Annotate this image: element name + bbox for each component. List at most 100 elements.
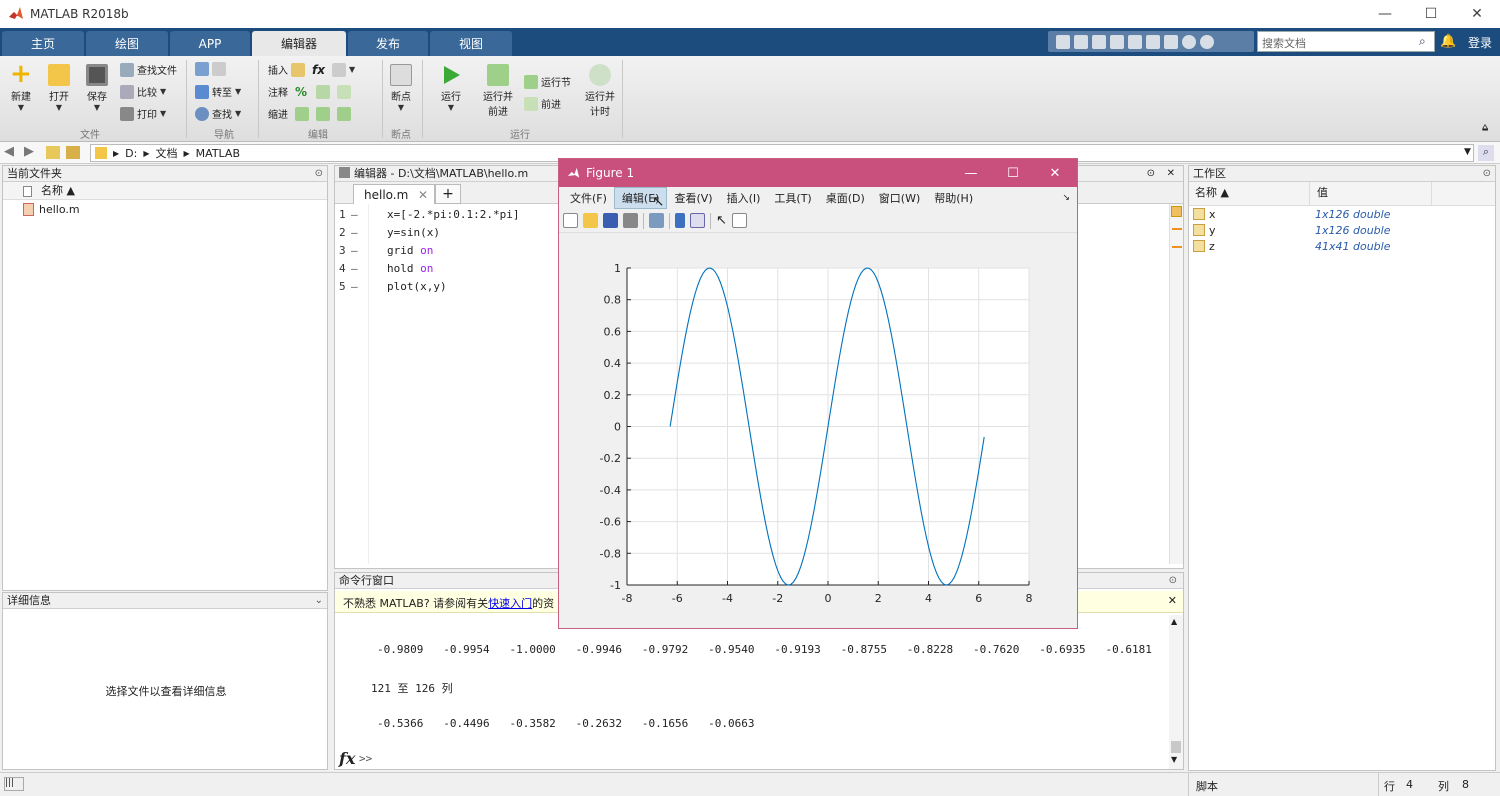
property-editor-icon[interactable] (731, 213, 747, 228)
panel-menu-icon[interactable]: ⊙ (315, 166, 323, 181)
workspace-variable-row[interactable]: x 1x126 double (1189, 206, 1495, 222)
redo-icon[interactable] (1146, 34, 1160, 49)
close-notice-icon[interactable]: ✕ (1168, 594, 1177, 607)
cut-icon[interactable] (1074, 34, 1088, 49)
plot-canvas[interactable]: -8 -6 -4 -2 0 2 4 6 8 -1 -0.8 -0.6 -0.4 -0.2 0 0.2 0.4 0.… (559, 235, 1077, 628)
dock-figure-icon[interactable]: ↘ (1055, 191, 1077, 205)
path-segment-documents[interactable]: 文档 (156, 145, 178, 161)
run-and-advance-button[interactable]: 运行并 前进 (480, 64, 516, 118)
search-input[interactable]: 搜索文档 (1257, 31, 1435, 52)
search-icon[interactable]: ⌕ (1419, 34, 1426, 49)
switch-windows-icon[interactable] (1164, 34, 1178, 49)
tab-apps[interactable]: APP (170, 31, 250, 56)
scroll-down-icon[interactable]: ▼ (1171, 755, 1177, 764)
login-button[interactable]: 登录 (1468, 34, 1492, 51)
workspace-column-header[interactable]: 名称 ▲ 值 (1189, 182, 1495, 206)
warning-status-icon[interactable] (1171, 206, 1182, 217)
undo-icon[interactable] (1128, 34, 1142, 49)
find-files-button[interactable]: 查找文件 (120, 62, 177, 77)
insert-colorbar-icon[interactable] (675, 213, 685, 228)
scroll-up-icon[interactable]: ▲ (1171, 617, 1177, 626)
workspace-variable-row[interactable]: z 41x41 double (1189, 238, 1495, 254)
panel-menu-icon[interactable]: ⊙ (1483, 166, 1491, 181)
tab-editor[interactable]: 编辑器 (252, 31, 346, 56)
fx-icon[interactable]: fx (339, 749, 355, 768)
menu-window[interactable]: 窗口(W) (872, 188, 927, 208)
current-folder-column-header[interactable]: 名称 ▲ (3, 182, 327, 200)
menu-desktop[interactable]: 桌面(D) (819, 188, 872, 208)
save-icon[interactable] (1056, 34, 1070, 49)
menu-insert[interactable]: 插入(I) (720, 188, 768, 208)
indent-button[interactable]: 缩进 (268, 106, 351, 121)
getting-started-link[interactable]: 快速入门 (488, 597, 532, 610)
path-segment-matlab[interactable]: MATLAB (196, 147, 240, 160)
insert-button[interactable]: 插入 fx ▼ (268, 62, 355, 77)
details-header[interactable]: 详细信息 ⌄ (3, 593, 327, 609)
search-folder-icon[interactable]: ⌕ (1478, 145, 1494, 161)
maximize-button[interactable]: ☐ (1408, 0, 1454, 28)
run-and-time-button[interactable]: 运行并 计时 (582, 64, 618, 118)
scroll-thumb[interactable] (1171, 741, 1181, 753)
new-button[interactable]: + 新建 ▼ (8, 61, 34, 112)
workspace-variable-row[interactable]: y 1x126 double (1189, 222, 1495, 238)
open-file-icon[interactable] (583, 213, 598, 228)
browse-folder-icon[interactable] (66, 146, 80, 159)
compare-button[interactable]: 比较 ▼ (120, 84, 166, 99)
back-forward-buttons[interactable] (195, 62, 226, 76)
decrease-indent-icon (337, 106, 351, 121)
help-icon[interactable] (1182, 34, 1196, 49)
dropdown-icon[interactable] (1200, 34, 1214, 49)
new-tab-button[interactable]: + (435, 184, 461, 204)
path-segment-drive[interactable]: D: (125, 147, 137, 160)
copy-icon[interactable] (1092, 34, 1106, 49)
run-button[interactable]: 运行 ▼ (437, 64, 465, 112)
figure-maximize-button[interactable]: ☐ (993, 159, 1033, 187)
tab-view[interactable]: 视图 (430, 31, 512, 56)
tab-publish[interactable]: 发布 (348, 31, 428, 56)
close-tab-icon[interactable]: ✕ (418, 188, 428, 202)
chevron-down-icon[interactable]: ⌄ (315, 593, 323, 608)
find-button[interactable]: 查找 ▼ (195, 106, 241, 121)
goto-button[interactable]: 转至 ▼ (195, 84, 241, 99)
paste-icon[interactable] (1110, 34, 1124, 49)
forward-icon[interactable]: ▶ (24, 144, 34, 159)
code-analyzer-bar[interactable] (1169, 204, 1183, 564)
tab-plots[interactable]: 绘图 (86, 31, 168, 56)
menu-file[interactable]: 文件(F) (563, 188, 614, 208)
insert-legend-icon[interactable] (690, 213, 705, 228)
path-dropdown-icon[interactable]: ▼ (1464, 147, 1471, 157)
status-grip-icon[interactable]: ||| (4, 777, 24, 791)
open-button[interactable]: 打开 ▼ (46, 64, 72, 112)
command-scrollbar[interactable]: ▲ ▼ (1169, 615, 1183, 769)
figure-minimize-button[interactable]: — (951, 159, 991, 187)
save-button[interactable]: 保存 ▼ (84, 64, 110, 112)
pointer-icon[interactable]: ↖ (716, 213, 727, 228)
collapse-ribbon-icon[interactable]: ⩠ (1482, 122, 1488, 133)
print-button[interactable]: 打印 ▼ (120, 106, 166, 121)
panel-menu-icon[interactable]: ⊙ (1169, 573, 1177, 588)
command-prompt[interactable]: fx >> (335, 749, 1169, 769)
save-figure-icon[interactable] (603, 213, 618, 228)
breakpoints-button[interactable]: 断点 ▼ (388, 64, 414, 112)
print-figure-icon[interactable] (623, 213, 638, 228)
new-figure-icon[interactable] (563, 213, 578, 228)
run-section-button[interactable]: 运行节 (524, 74, 571, 89)
panel-menu-icon[interactable]: ⊙ (1147, 166, 1155, 181)
editor-tab[interactable]: hello.m ✕ (353, 184, 435, 204)
back-icon[interactable]: ◀ (4, 144, 14, 159)
menu-tools[interactable]: 工具(T) (767, 188, 818, 208)
menu-help[interactable]: 帮助(H) (927, 188, 980, 208)
close-button[interactable]: ✕ (1454, 0, 1500, 28)
tab-home[interactable]: 主页 (2, 31, 84, 56)
up-folder-icon[interactable] (46, 146, 60, 159)
x-tick-label: 4 (925, 592, 932, 605)
advance-button[interactable]: 前进 (524, 96, 561, 111)
menu-view[interactable]: 查看(V) (667, 188, 719, 208)
list-item[interactable]: hello.m (3, 200, 327, 220)
comment-button[interactable]: 注释% (268, 84, 352, 99)
minimize-button[interactable]: — (1362, 0, 1408, 28)
link-plot-icon[interactable] (649, 213, 664, 228)
bell-icon[interactable]: 🔔 (1440, 34, 1456, 49)
figure-close-button[interactable]: ✕ (1035, 159, 1075, 187)
close-editor-icon[interactable]: ✕ (1167, 166, 1175, 181)
